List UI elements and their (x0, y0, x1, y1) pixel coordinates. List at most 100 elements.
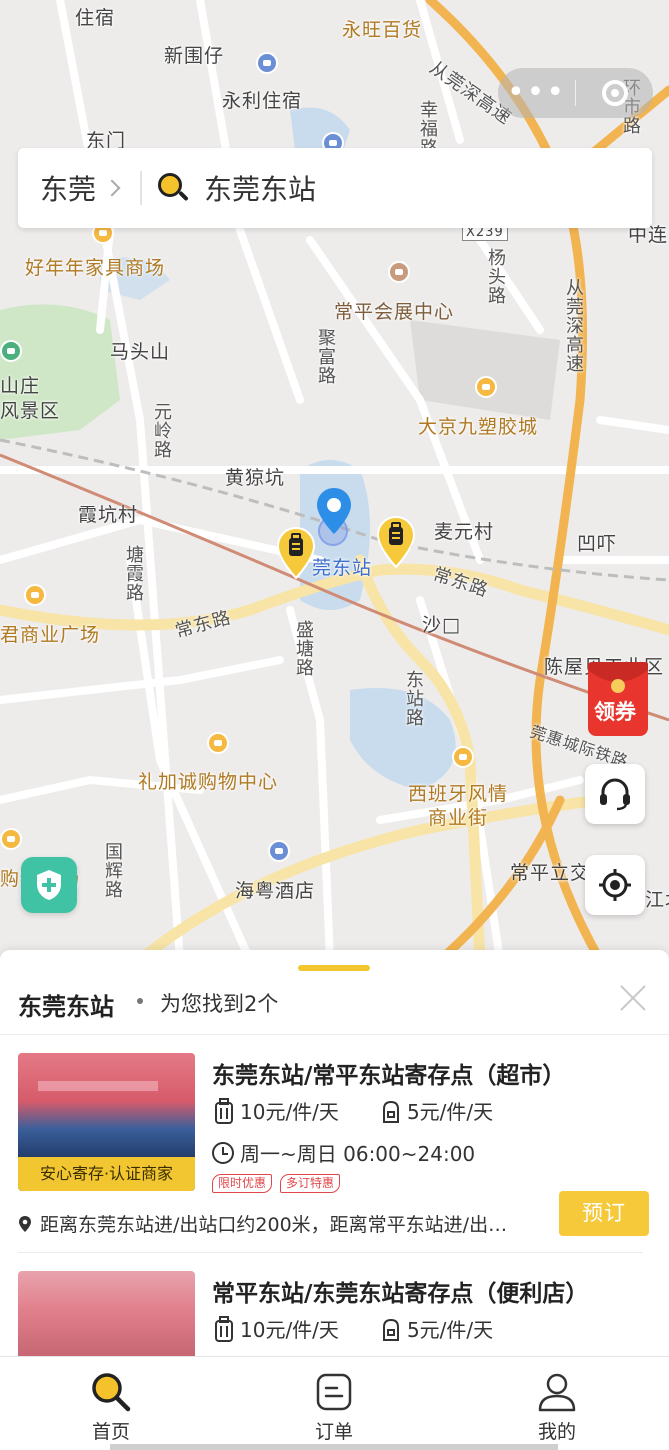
promo-badge: 多订特惠 (280, 1174, 341, 1193)
bag-price: 5元/件/天 (406, 1318, 494, 1342)
map-label: 黄猄坑 (225, 467, 286, 489)
tab-orders[interactable]: 订单 (274, 1371, 394, 1444)
map-label: 凹吓 (577, 533, 618, 555)
clock-icon (212, 1141, 234, 1164)
tab-home[interactable]: 首页 (51, 1371, 171, 1444)
scenic-icon (0, 340, 22, 362)
tab-label: 首页 (91, 1421, 130, 1443)
backpack-icon (382, 1318, 399, 1341)
tab-profile[interactable]: 我的 (497, 1371, 617, 1444)
backpack-icon (382, 1100, 399, 1123)
target-icon (601, 80, 628, 106)
results-count: 为您找到2个 (160, 992, 279, 1016)
map-label: 大京九塑胶城 (418, 416, 539, 438)
hotel-icon (268, 840, 290, 862)
opening-hours: 周一~周日 06:00~24:00 (240, 1142, 476, 1166)
store-thumbnail[interactable] (18, 1271, 195, 1356)
locate-button[interactable] (585, 855, 645, 915)
location-pin-icon[interactable] (315, 486, 353, 540)
map-label: 东站路 (403, 670, 424, 727)
results-title: 东莞东站 (18, 993, 114, 1021)
city-selector[interactable]: 东莞 (40, 168, 96, 208)
map-label: 国辉路 (102, 842, 123, 899)
chevron-right-icon (103, 179, 121, 197)
results-sheet: 东莞东站 为您找到2个 安心寄存·认证商家 东莞东站/常平东站寄存点（超市） 1… (0, 950, 669, 1356)
promo-badge: 限时优惠 (212, 1174, 273, 1193)
shield-icon (37, 870, 61, 900)
map-label: 杨头路 (485, 248, 506, 305)
map-label: 永旺百货 (342, 19, 423, 41)
address-row: 距离东莞东站进/出站口约200米，距离常平东站进/出… (18, 1210, 543, 1237)
map-label: 元岭路 (151, 402, 172, 459)
luggage-price: 10元/件/天 (240, 1318, 339, 1342)
divider (18, 1252, 643, 1253)
shopping-icon (24, 584, 46, 606)
close-icon[interactable] (618, 983, 648, 1013)
map-label: 马头山 (110, 341, 171, 363)
hotel-icon (256, 52, 278, 74)
map-label: 西班牙风情 商业街 (408, 783, 509, 829)
map-view[interactable]: 新围仔 永利住宿 东门 住宿 永旺百货 从莞深高速 好年年家具商场 X239 常… (0, 0, 669, 960)
shopping-icon (452, 746, 474, 768)
map-label: 沙□ (422, 614, 461, 636)
map-label: 从莞深高速 (563, 278, 584, 373)
shopping-icon (0, 828, 22, 850)
map-label: 海粤酒店 (235, 880, 316, 902)
safety-shield-button[interactable] (21, 857, 77, 913)
customer-service-button[interactable] (585, 764, 645, 824)
certified-merchant-tag: 安心寄存·认证商家 (18, 1157, 195, 1191)
shopping-icon (207, 732, 229, 754)
search-bar: 东莞 东莞东站 (18, 148, 652, 228)
store-address: 距离东莞东站进/出站口约200米，距离常平东站进/出… (40, 1214, 508, 1236)
bag-price: 5元/件/天 (406, 1100, 494, 1124)
shopping-icon (475, 376, 497, 398)
search-icon (158, 173, 189, 203)
map-label: 霞坑村 (78, 504, 139, 526)
map-label: 常平会展中心 (334, 301, 455, 323)
close-miniprogram-button[interactable] (576, 80, 653, 106)
map-label: 盛塘路 (293, 620, 314, 677)
map-label: 新围仔 (164, 45, 225, 67)
luggage-icon (215, 1097, 233, 1124)
store-marker-icon[interactable] (276, 526, 316, 582)
luggage-price: 10元/件/天 (240, 1100, 339, 1124)
map-label: 山庄 风景区 (0, 375, 61, 422)
store-name[interactable]: 常平东站/东莞东站寄存点（便利店） (212, 1274, 588, 1308)
search-icon (92, 1373, 131, 1412)
locate-icon (599, 869, 631, 901)
price-row: 10元/件/天 5元/件/天 (212, 1096, 533, 1125)
promo-badges: 限时优惠 多订特惠 (212, 1174, 348, 1193)
map-label: 江北 (645, 889, 669, 911)
separator-dot (137, 998, 143, 1004)
order-icon (316, 1373, 352, 1411)
luggage-icon (215, 1315, 233, 1342)
map-label: 君商业广场 (0, 624, 101, 646)
home-indicator (110, 1444, 558, 1450)
more-button[interactable]: ••• (498, 68, 575, 118)
coupon-label: 领券 (594, 700, 636, 724)
bottom-tab-bar: 首页 订单 我的 (0, 1356, 669, 1450)
map-label: 永利住宿 (222, 90, 303, 112)
location-pin-icon (19, 1215, 31, 1232)
sheet-drag-handle[interactable] (298, 965, 370, 971)
tab-label: 我的 (537, 1421, 576, 1443)
map-label: 聚富路 (315, 328, 336, 385)
store-thumbnail[interactable]: 安心寄存·认证商家 (18, 1053, 195, 1191)
store-marker-icon[interactable] (376, 515, 416, 571)
search-input[interactable]: 东莞东站 (204, 168, 316, 208)
store-name[interactable]: 东莞东站/常平东站寄存点（超市） (212, 1056, 565, 1090)
headset-icon (600, 778, 630, 811)
map-label: 麦元村 (434, 521, 495, 543)
search-divider (140, 171, 143, 205)
user-icon (538, 1373, 576, 1412)
map-label: 塘霞路 (123, 545, 144, 602)
map-label: 常平立交 (510, 862, 591, 884)
book-button[interactable]: 预订 (559, 1191, 649, 1236)
coupon-button[interactable]: 领券 (586, 658, 652, 738)
venue-icon (388, 261, 410, 283)
map-label: 住宿 (75, 7, 116, 29)
hours-row: 周一~周日 06:00~24:00 (212, 1138, 475, 1167)
tab-label: 订单 (314, 1421, 353, 1443)
miniprogram-capsule: ••• (498, 68, 653, 118)
store-photo (18, 1271, 195, 1356)
